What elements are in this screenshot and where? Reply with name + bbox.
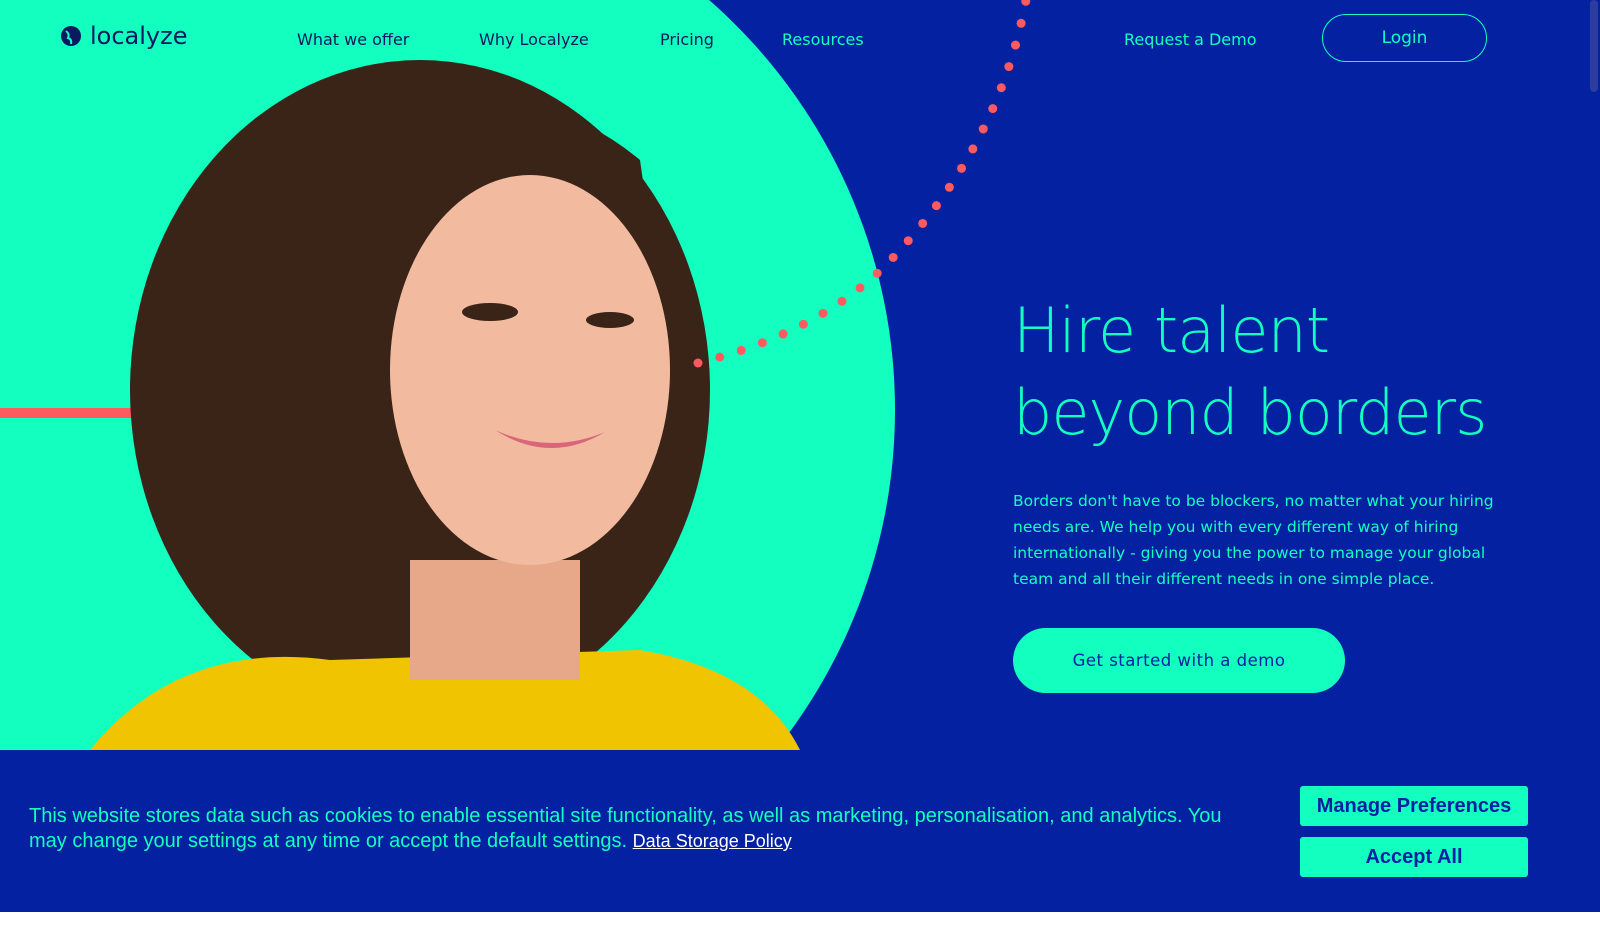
curve-dot [918,218,928,228]
cookie-message: This website stores data such as cookies… [29,805,1222,852]
top-nav: localyze What we offer Why Localyze Pric… [0,0,1600,80]
curve-dot [757,338,767,348]
curve-dot [736,345,746,355]
nav-pricing[interactable]: Pricing [660,30,714,49]
curve-dot [988,104,998,114]
curve-dot [888,252,898,262]
request-demo-link[interactable]: Request a Demo [1124,30,1257,49]
manage-preferences-button[interactable]: Manage Preferences [1300,786,1528,826]
curve-dot [996,83,1006,93]
nav-resources[interactable]: Resources [782,30,864,49]
login-button[interactable]: Login [1322,14,1487,62]
hero-description: Borders don't have to be blockers, no ma… [1013,492,1494,588]
curve-dot [903,236,913,246]
logo-text: localyze [90,22,188,50]
nav-why-localyze[interactable]: Why Localyze [479,30,589,49]
cookie-banner: This website stores data such as cookies… [0,750,1600,912]
data-storage-policy-link[interactable]: Data Storage Policy [633,831,792,851]
curve-dot [855,283,865,293]
title-line-1: Hire talent [1013,294,1330,367]
hero-title: Hire talent beyond borders [1013,290,1487,454]
curve-dot [818,308,828,318]
curve-dot [872,268,882,278]
curve-dot [798,319,808,329]
curve-dot [978,124,988,134]
curve-dot [931,201,941,211]
get-started-button[interactable]: Get started with a demo [1013,628,1345,693]
curve-dot [778,329,788,339]
nav-what-we-offer[interactable]: What we offer [297,30,409,49]
accept-all-button[interactable]: Accept All [1300,837,1528,877]
title-line-2: beyond borders [1013,376,1487,449]
curve-dot [715,352,725,362]
curve-dot [944,182,954,192]
curve-dot [968,144,978,154]
globe-icon [61,26,81,46]
curve-dot [837,296,847,306]
logo[interactable]: localyze [60,22,188,50]
curve-dot [957,163,967,173]
curve-dot [693,358,703,368]
cookie-text: This website stores data such as cookies… [29,804,1259,854]
